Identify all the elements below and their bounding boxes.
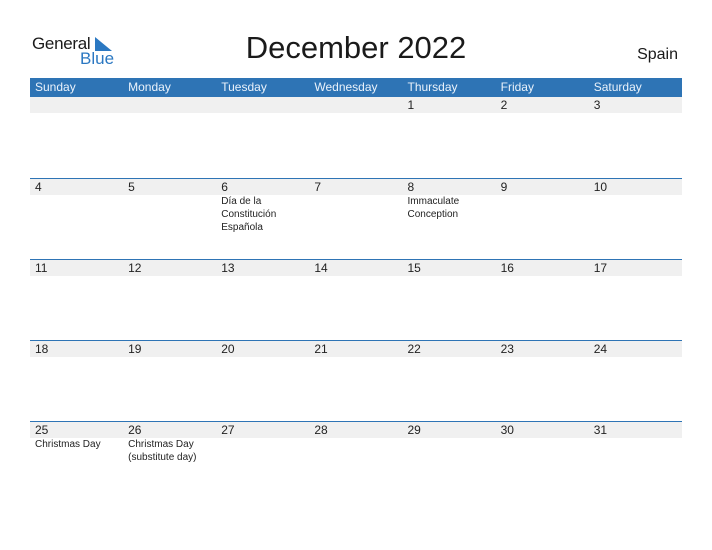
day-cell <box>309 97 402 178</box>
day-cell: 29 <box>403 422 496 502</box>
weekday-header: Sunday Monday Tuesday Wednesday Thursday… <box>30 78 682 97</box>
week-row: 25 Christmas Day 26 Christmas Day (substitu… <box>30 421 682 502</box>
weekday-tuesday: Tuesday <box>221 80 267 94</box>
day-cell: 20 <box>216 341 309 421</box>
day-number: 24 <box>593 342 608 356</box>
weekday-sunday: Sunday <box>35 80 76 94</box>
day-cell: 27 <box>216 422 309 502</box>
day-number: 29 <box>407 423 421 437</box>
day-number: 20 <box>221 342 235 356</box>
day-cell: 28 <box>309 422 402 502</box>
day-number: 12 <box>128 261 142 275</box>
day-number: 9 <box>500 180 508 194</box>
day-cell: 15 <box>403 260 496 340</box>
holiday-label: Christmas Day (substitute day) <box>128 439 197 463</box>
day-number: 5 <box>128 180 135 194</box>
holiday-label: Día de la Constitución Española <box>221 196 277 233</box>
day-cell: 26 Christmas Day (substitute day) <box>123 422 216 502</box>
day-cell: 18 <box>30 341 123 421</box>
day-cell: 31 <box>589 422 682 502</box>
day-number: 15 <box>407 261 421 275</box>
day-number: 7 <box>314 180 322 194</box>
day-cell: 11 <box>30 260 123 340</box>
day-cell: 14 <box>309 260 402 340</box>
week-row: 11 12 13 14 15 16 17 <box>30 259 682 340</box>
day-number: 10 <box>593 180 608 194</box>
day-cell: 16 <box>496 260 589 340</box>
day-cell: 21 <box>309 341 402 421</box>
day-number: 1 <box>407 98 415 112</box>
day-cell: 9 <box>496 179 589 259</box>
day-number: 13 <box>221 261 235 275</box>
day-number: 4 <box>35 180 42 194</box>
day-cell <box>123 97 216 178</box>
weekday-saturday: Saturday <box>593 80 642 94</box>
day-cell: 7 <box>309 179 402 259</box>
day-cell: 2 <box>496 97 589 178</box>
day-cell: 19 <box>123 341 216 421</box>
day-cell: 10 <box>589 179 682 259</box>
day-cell <box>216 97 309 178</box>
day-number: 11 <box>35 261 48 275</box>
day-cell <box>30 97 123 178</box>
day-number: 17 <box>593 261 608 275</box>
day-number: 21 <box>314 342 328 356</box>
day-cell: 3 <box>589 97 682 178</box>
weekday-monday: Monday <box>128 80 171 94</box>
day-cell: 1 <box>403 97 496 178</box>
day-number: 22 <box>407 342 421 356</box>
day-cell: 22 <box>403 341 496 421</box>
day-number: 16 <box>500 261 514 275</box>
page-title: December 2022 <box>245 30 467 65</box>
day-cell: 8 Immaculate Conception <box>403 179 496 259</box>
day-number: 6 <box>221 180 228 194</box>
day-number: 27 <box>221 423 235 437</box>
country-label: Spain <box>637 46 678 63</box>
day-number: 28 <box>314 423 328 437</box>
day-number: 2 <box>500 98 508 112</box>
calendar-grid: 1 2 3 4 5 6 Día de la Constitución Española 7 8 I… <box>30 97 682 502</box>
day-number: 3 <box>593 98 601 112</box>
day-number: 18 <box>35 342 49 356</box>
week-row: 18 19 20 21 22 23 24 <box>30 340 682 421</box>
day-cell: 24 <box>589 341 682 421</box>
day-cell: 13 <box>216 260 309 340</box>
day-cell: 4 <box>30 179 123 259</box>
holiday-label: Christmas Day <box>35 439 101 450</box>
day-number: 25 <box>35 423 49 437</box>
week-row: 4 5 6 Día de la Constitución Española 7 8 Imma… <box>30 178 682 259</box>
day-cell: 6 Día de la Constitución Española <box>216 179 309 259</box>
day-cell: 12 <box>123 260 216 340</box>
day-cell: 23 <box>496 341 589 421</box>
weekday-thursday: Thursday <box>407 80 458 94</box>
day-cell: 17 <box>589 260 682 340</box>
day-cell: 30 <box>496 422 589 502</box>
weekday-friday: Friday <box>500 80 534 94</box>
day-number: 31 <box>593 423 608 437</box>
day-number: 19 <box>128 342 142 356</box>
day-number: 23 <box>500 342 514 356</box>
weekday-wednesday: Wednesday <box>314 80 378 94</box>
day-number: 14 <box>314 261 328 275</box>
day-number: 8 <box>407 180 415 194</box>
day-number: 30 <box>500 423 514 437</box>
holiday-label: Immaculate Conception <box>407 196 460 220</box>
day-number: 26 <box>128 423 142 437</box>
week-row: 1 2 3 <box>30 97 682 178</box>
day-cell: 25 Christmas Day <box>30 422 123 502</box>
day-cell: 5 <box>123 179 216 259</box>
